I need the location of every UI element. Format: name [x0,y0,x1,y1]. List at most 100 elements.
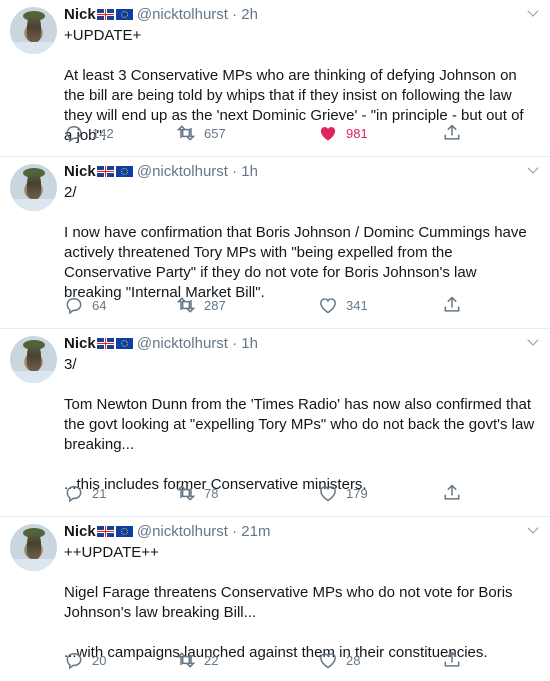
tweet-actions: 20 22 28 [64,650,550,670]
display-name[interactable]: Nick [64,335,96,352]
heart-filled-icon [320,126,336,141]
retweet-count: 657 [204,125,226,141]
retweet-icon [176,652,196,668]
retweet-count: 78 [204,485,219,501]
uk-flag-icon [96,338,114,349]
timestamp[interactable]: 2h [241,6,258,23]
reply-button[interactable]: 64 [64,295,106,315]
reply-count: 64 [92,297,107,313]
avatar[interactable] [10,7,57,54]
user-handle[interactable]: @nicktolhurst [137,335,228,352]
uk-flag-icon [96,166,114,177]
share-button[interactable] [442,295,462,315]
avatar[interactable] [10,336,57,383]
share-button[interactable] [442,123,462,143]
separator-dot: · [232,163,238,180]
retweet-button[interactable]: 657 [176,123,226,143]
tweet-actions: 64 287 341 [64,295,550,315]
reply-count: 21 [92,485,107,501]
tweet-line: I now have confirmation that Boris Johns… [64,224,527,301]
like-count: 179 [346,485,368,501]
separator-dot: · [232,335,238,352]
like-button[interactable]: 341 [318,295,368,315]
retweet-icon [176,485,196,501]
tweet-line: +UPDATE+ [64,27,142,44]
tweet-line: Nigel Farage threatens Conservative MPs … [64,584,513,621]
share-button[interactable] [442,483,462,503]
share-icon [444,484,460,500]
heart-icon [320,298,336,314]
eu-flag-icon [115,9,133,20]
timestamp[interactable]: 1h [241,335,258,352]
user-handle[interactable]: @nicktolhurst [137,163,228,180]
tweet-header: Nick @nicktolhurst · 1h [64,163,550,183]
tweet-line: ++UPDATE++ [64,544,159,561]
retweet-button[interactable]: 78 [176,483,218,503]
display-name[interactable]: Nick [64,163,96,180]
user-handle[interactable]: @nicktolhurst [137,6,228,23]
retweet-count: 287 [204,297,226,313]
share-icon [444,296,460,312]
timestamp[interactable]: 1h [241,163,258,180]
reply-icon [66,297,82,315]
tweet-line: 3/ [64,356,77,373]
like-count: 28 [346,652,361,668]
retweet-icon [176,125,196,141]
reply-button[interactable]: 142 [64,123,114,143]
tweet-actions: 142 657 981 [64,123,550,143]
like-button[interactable]: 28 [318,650,360,670]
tweet-header: Nick @nicktolhurst · 1h [64,335,550,355]
reply-count: 20 [92,652,107,668]
tweet[interactable]: Nick @nicktolhurst · 1h 2/ I now have co… [0,157,550,329]
eu-flag-icon [115,338,133,349]
tweet[interactable]: Nick @nicktolhurst · 21m ++UPDATE++ Nige… [0,517,550,681]
tweet-header: Nick @nicktolhurst · 2h [64,6,550,26]
reply-icon [66,125,82,143]
tweet-text: 2/ I now have confirmation that Boris Jo… [64,183,536,303]
tweet-line: 2/ [64,184,77,201]
reply-button[interactable]: 21 [64,483,106,503]
uk-flag-icon [96,526,114,537]
tweet-text: ++UPDATE++ Nigel Farage threatens Conser… [64,543,536,663]
retweet-button[interactable]: 287 [176,295,226,315]
reply-button[interactable]: 20 [64,650,106,670]
like-count: 981 [346,125,368,141]
heart-icon [320,486,336,502]
separator-dot: · [232,6,238,23]
share-icon [444,124,460,140]
separator-dot: · [232,523,238,540]
retweet-count: 22 [204,652,219,668]
eu-flag-icon [115,166,133,177]
reply-icon [66,652,82,670]
tweet-header: Nick @nicktolhurst · 21m [64,523,550,543]
like-button[interactable]: 179 [318,483,368,503]
display-name[interactable]: Nick [64,523,96,540]
tweet[interactable]: Nick @nicktolhurst · 2h +UPDATE+ At leas… [0,0,550,157]
like-count: 341 [346,297,368,313]
reply-count: 142 [92,125,114,141]
retweet-icon [176,297,196,313]
avatar[interactable] [10,524,57,571]
uk-flag-icon [96,9,114,20]
heart-icon [320,653,336,669]
like-button[interactable]: 981 [318,123,368,143]
retweet-button[interactable]: 22 [176,650,218,670]
tweet-text: 3/ Tom Newton Dunn from the 'Times Radio… [64,355,536,495]
tweet-line: Tom Newton Dunn from the 'Times Radio' h… [64,396,535,453]
display-name[interactable]: Nick [64,6,96,23]
tweet-actions: 21 78 179 [64,483,550,503]
tweet[interactable]: Nick @nicktolhurst · 1h 3/ Tom Newton Du… [0,329,550,517]
user-handle[interactable]: @nicktolhurst [137,523,228,540]
timestamp[interactable]: 21m [241,523,270,540]
eu-flag-icon [115,526,133,537]
share-button[interactable] [442,650,462,670]
reply-icon [66,485,82,503]
share-icon [444,651,460,667]
avatar[interactable] [10,164,57,211]
